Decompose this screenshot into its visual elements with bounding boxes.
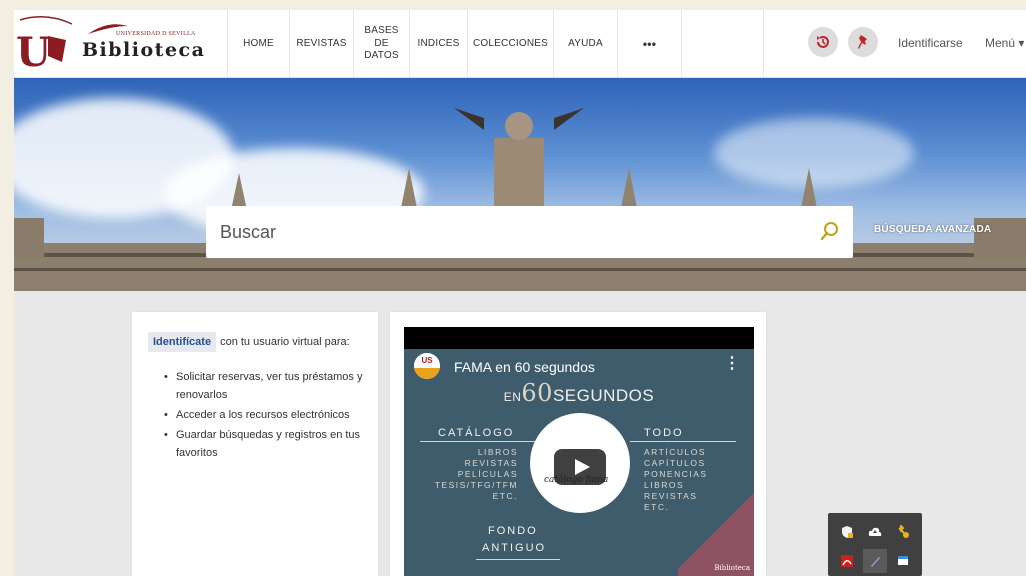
todo-item: PONENCIAS (644, 469, 708, 479)
video-top-bar (404, 327, 754, 349)
catalogo-item: LIBROS (477, 447, 518, 457)
tray-cloud-icon[interactable] (863, 520, 887, 544)
channel-badge: US (414, 353, 440, 368)
catalogo-item: TESIS/TFG/TFM (434, 480, 518, 490)
tray-vpn-icon[interactable] (891, 520, 915, 544)
catalogo-item: ETC. (492, 491, 518, 501)
nav-bases-de-datos[interactable]: BASES DE DATOS (354, 10, 410, 78)
pushpin-icon (858, 35, 867, 49)
cloud-upload-icon (868, 527, 882, 536)
fondo-text: FONDO (488, 525, 538, 537)
nav-revistas[interactable]: REVISTAS (290, 10, 354, 78)
more-options-icon[interactable]: ⋮ (724, 353, 740, 373)
university-seal-icon: U (16, 16, 73, 72)
pen-icon (871, 557, 880, 567)
search-bar (206, 206, 853, 258)
pinned-button[interactable] (848, 27, 878, 57)
tray-window-icon[interactable] (891, 549, 915, 573)
pdf-reader-icon (841, 555, 853, 567)
window-app-icon (898, 556, 908, 565)
catalogo-item: PELÍCULAS (457, 469, 518, 479)
todo-item: CAPÍTULOS (644, 458, 706, 468)
tray-pen-icon[interactable] (863, 549, 887, 573)
building-facade-image (14, 108, 1026, 291)
list-item: Acceder a los recursos electrónicos (162, 406, 372, 424)
catalogo-list: LIBROS REVISTAS PELÍCULAS TESIS/TFG/TFM … (414, 447, 518, 502)
biblioteca-logo[interactable]: U UNIVERSIDAD D SEVILLA Biblioteca (14, 10, 228, 78)
login-link[interactable]: Identificarse (898, 36, 963, 50)
site-header: U UNIVERSIDAD D SEVILLA Biblioteca HOME … (14, 10, 1026, 78)
nav-spacer (682, 10, 764, 78)
channel-avatar[interactable]: US (414, 353, 440, 379)
university-name: UNIVERSIDAD D SEVILLA (116, 31, 196, 37)
antiguo-text: ANTIGUO (482, 542, 547, 554)
tray-app-icon[interactable] (835, 520, 859, 544)
identify-button[interactable]: Identifícate (148, 332, 217, 352)
key-app-icon (898, 525, 909, 538)
login-prompt: Identifícate con tu usuario virtual para: (148, 332, 350, 352)
heading-number: 60 (521, 379, 553, 407)
todo-item: ARTÍCULOS (644, 447, 706, 457)
history-icon (817, 36, 829, 48)
heading-suffix: SEGUNDOS (552, 386, 655, 405)
shield-app-icon (842, 526, 853, 538)
main-nav: HOME REVISTAS BASES DE DATOS INDICES COL… (228, 10, 764, 78)
system-tray-overflow (828, 513, 922, 576)
nav-colecciones[interactable]: COLECCIONES (468, 10, 554, 78)
video-panel: US FAMA en 60 segundos ⋮ EN60SEGUNDOS CA… (390, 312, 766, 576)
nav-ayuda[interactable]: AYUDA (554, 10, 618, 78)
svg-text:U: U (16, 29, 51, 72)
login-prompt-text: con tu usuario virtual para: (220, 336, 350, 348)
fondo-rule (476, 559, 560, 560)
video-corner-banner: Biblioteca (678, 492, 754, 576)
todo-rule (630, 441, 736, 442)
nav-indices[interactable]: INDICES (410, 10, 468, 78)
channel-badge-stripe (414, 368, 440, 379)
youtube-video[interactable]: US FAMA en 60 segundos ⋮ EN60SEGUNDOS CA… (404, 327, 754, 576)
library-name: Biblioteca (82, 39, 206, 61)
search-input[interactable] (220, 218, 780, 246)
nav-home[interactable]: HOME (228, 10, 290, 78)
advanced-search-link[interactable]: BÚSQUEDA AVANZADA (874, 224, 991, 235)
heading-prefix: EN (503, 390, 522, 404)
catalogo-rule (420, 441, 538, 442)
corner-logo-text: Biblioteca (714, 564, 750, 572)
history-button[interactable] (808, 27, 838, 57)
search-icon[interactable] (819, 220, 841, 242)
menu-dropdown[interactable]: Menú ▾ (985, 36, 1024, 50)
tray-acrobat-icon[interactable] (835, 549, 859, 573)
video-title[interactable]: FAMA en 60 segundos (454, 359, 595, 375)
catalogo-heading: CATÁLOGO (438, 427, 515, 439)
hero-banner: BÚSQUEDA AVANZADA (14, 78, 1026, 291)
list-item: Solicitar reservas, ver tus préstamos y … (162, 368, 372, 404)
video-heading: EN60SEGUNDOS (404, 379, 754, 407)
list-item: Guardar búsquedas y registros en tus fav… (162, 426, 372, 462)
benefits-list: Solicitar reservas, ver tus préstamos y … (162, 368, 372, 464)
todo-heading: TODO (644, 427, 684, 439)
todo-item: LIBROS (644, 480, 685, 490)
play-button[interactable] (554, 449, 606, 485)
login-panel: Identifícate con tu usuario virtual para:… (132, 312, 378, 576)
nav-more-button[interactable]: ••• (618, 10, 682, 78)
catalogo-item: REVISTAS (464, 458, 518, 468)
